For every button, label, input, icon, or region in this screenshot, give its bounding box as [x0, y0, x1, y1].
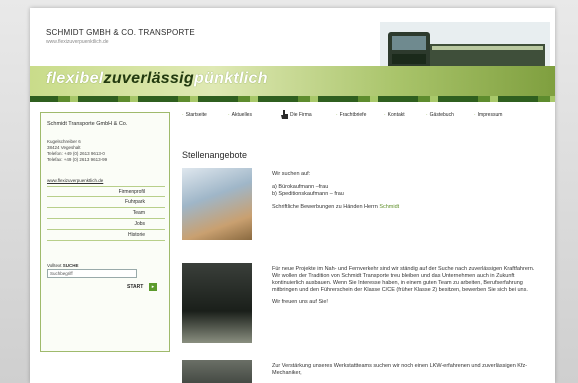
truck-fleet-photo: [182, 263, 252, 343]
job-block-mechanic: Zur Verstärkung unseres Werkstattteams s…: [272, 363, 542, 377]
nav-label: Die Firma: [290, 112, 312, 118]
nav-label: Impressum: [477, 112, 503, 118]
main-nav: · Startseite · Aktuelles Die Firma · Fracht…: [180, 108, 550, 126]
search-label-strong: SUCHE: [62, 263, 79, 268]
nav-bullet-icon: ·: [182, 112, 184, 118]
mechanic-paragraph: Zur Verstärkung unseres Werkstattteams s…: [272, 363, 528, 376]
nav-item-die-firma[interactable]: Die Firma: [290, 112, 312, 118]
slogan-part-1: flexibel: [46, 70, 104, 87]
office-photo: [182, 168, 252, 240]
start-label[interactable]: START: [127, 284, 143, 290]
stripe-bar: [30, 96, 555, 102]
sidebar-website-link[interactable]: www.flexizuverpuenktlich.de: [47, 178, 103, 183]
site-header: SCHMIDT GMBH & CO. TRANSPORTE www.flexiz…: [30, 8, 555, 112]
sidebar-item-fuhrpark[interactable]: Fuhrpark: [47, 197, 165, 208]
nav-bullet-icon: ·: [474, 112, 476, 118]
drivers-paragraph: Für neue Projekte im Nah- und Fernverkeh…: [272, 266, 535, 293]
nav-item-aktuelles[interactable]: · Aktuelles: [228, 112, 252, 118]
hand-pointer-icon: [281, 110, 288, 119]
sidebar-title: Schmidt Transporte GmbH & Co.: [47, 121, 128, 127]
apply-text: Schriftliche Bewerbungen zu Händen Herrn…: [272, 204, 542, 211]
nav-label: Frachtbriefe: [339, 112, 367, 118]
sidebar-item-historie[interactable]: Historie: [47, 230, 165, 241]
sidebar-item-firmenprofil[interactable]: Firmenprofil: [47, 186, 165, 197]
sidebar-item-jobs[interactable]: Jobs: [47, 219, 165, 230]
search-label: Volltext SUCHE: [47, 263, 79, 268]
job-line: b) Speditionskaufmann – frau: [272, 191, 344, 197]
sidebar: Schmidt Transporte GmbH & Co. Kugelschre…: [40, 112, 170, 352]
address-line: Telefax: +49 (0) 2613 9613-99: [47, 157, 108, 162]
sidebar-item-team[interactable]: Team: [47, 208, 165, 219]
job-block-office: Wir suchen auf: a) Bürokaufmann –frau b)…: [272, 171, 542, 211]
job-line: a) Bürokaufmann –frau: [272, 184, 329, 190]
search-label-prefix: Volltext: [47, 263, 62, 268]
job-intro: Wir suchen auf:: [272, 171, 311, 177]
workshop-photo: [182, 360, 252, 383]
drivers-closing: Wir freuen uns auf Sie!: [272, 299, 328, 305]
apply-name-link[interactable]: Schmidt: [379, 204, 399, 210]
nav-item-frachtbriefe[interactable]: · Frachtbriefe: [336, 112, 366, 118]
nav-bullet-icon: ·: [384, 112, 386, 118]
nav-item-impressum[interactable]: · Impressum: [474, 112, 502, 118]
sidebar-menu: Firmenprofil Fuhrpark Team Jobs Historie: [47, 186, 165, 241]
slogan: flexibelzuverlässigpünktlich: [46, 70, 268, 88]
nav-item-gaestebuch[interactable]: · Gästebuch: [426, 112, 454, 118]
website-page: SCHMIDT GMBH & CO. TRANSPORTE www.flexiz…: [30, 8, 555, 383]
sidebar-address: Kugelschreiber 6 38424 Vegeshalt Telefon…: [47, 139, 107, 163]
apply-prefix: Schriftliche Bewerbungen zu Händen Herrn: [272, 204, 378, 210]
nav-label: Aktuelles: [231, 112, 252, 118]
nav-item-kontakt[interactable]: · Kontakt: [384, 112, 405, 118]
search-input[interactable]: Suchbegriff: [47, 269, 137, 278]
nav-label: Gästebuch: [429, 112, 454, 118]
nav-bullet-icon: ·: [426, 112, 428, 118]
nav-item-startseite[interactable]: · Startseite: [182, 112, 207, 118]
company-name: SCHMIDT GMBH & CO. TRANSPORTE: [46, 28, 195, 37]
job-block-drivers: Für neue Projekte im Nah- und Fernverkeh…: [272, 266, 542, 306]
nav-label: Kontakt: [387, 112, 405, 118]
nav-label: Startseite: [185, 112, 207, 118]
page-title: Stellenangebote: [182, 150, 248, 160]
slogan-part-3: pünktlich: [194, 70, 268, 87]
nav-bullet-icon: ·: [336, 112, 338, 118]
slogan-part-2: zuverlässig: [103, 70, 195, 87]
nav-bullet-icon: ·: [228, 112, 230, 118]
company-url[interactable]: www.flexizuverpuenktlich.de: [46, 39, 109, 45]
start-arrow-icon[interactable]: ▸: [149, 283, 157, 291]
